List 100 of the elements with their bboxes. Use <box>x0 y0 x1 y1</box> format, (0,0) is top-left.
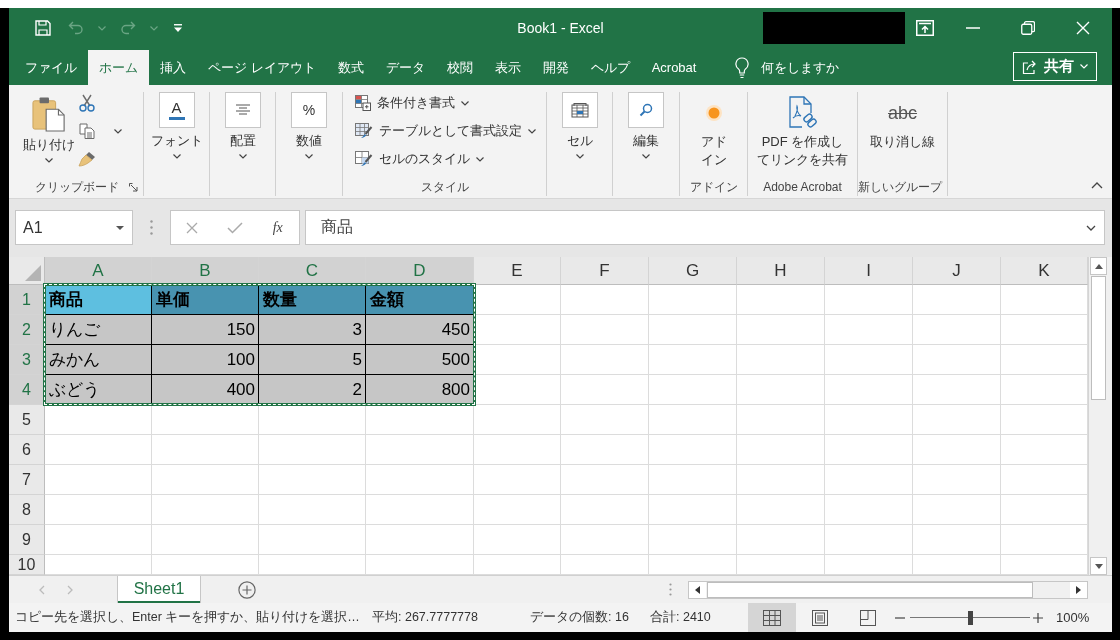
count-stat: データの個数: 16 <box>530 609 630 626</box>
scissors-icon[interactable] <box>79 94 95 112</box>
column-header[interactable]: J <box>913 257 1001 285</box>
table-cell: 150 <box>152 315 259 345</box>
ribbon-tab[interactable]: データ <box>374 50 436 85</box>
row-header[interactable]: 10 <box>9 555 45 575</box>
window-title: Book1 - Excel <box>517 20 604 36</box>
table-cell: みかん <box>45 345 152 375</box>
plus-circle-icon[interactable] <box>238 580 256 599</box>
check-icon[interactable] <box>227 221 243 234</box>
column-header[interactable]: I <box>825 257 913 285</box>
page-icon <box>812 609 828 626</box>
column-header[interactable]: C <box>259 257 366 285</box>
zoom-level[interactable]: 100% <box>1056 610 1090 625</box>
row-header[interactable]: 3 <box>9 345 45 375</box>
table-cell: 5 <box>259 345 366 375</box>
zoom-slider-thumb[interactable] <box>967 610 973 625</box>
create-pdf-button[interactable]: PDF を作成し てリンクを共有 <box>757 92 848 169</box>
group-label: アドイン <box>689 179 738 195</box>
zoom-in-icon[interactable] <box>1033 612 1043 623</box>
editing-button[interactable]: 編集 <box>628 92 664 159</box>
copy-icon[interactable] <box>79 123 95 139</box>
scroll-right-icon[interactable] <box>1076 585 1081 594</box>
alignment-button[interactable]: 配置 <box>224 92 261 159</box>
column-header[interactable]: K <box>1001 257 1088 285</box>
dropdown-button[interactable]: セルのスタイル <box>355 145 536 173</box>
table-cell: 500 <box>366 345 474 375</box>
addins-button[interactable]: アド イン <box>700 92 727 169</box>
ribbon-display-icon[interactable] <box>916 20 934 36</box>
name-box[interactable]: A1 <box>15 210 133 245</box>
group-label: Adobe Acrobat <box>763 179 842 195</box>
ribbon-tab[interactable]: ホーム <box>88 50 149 85</box>
paste-button[interactable]: 貼り付け <box>21 92 76 163</box>
caret-icon <box>44 158 53 163</box>
row-header[interactable]: 7 <box>9 465 45 495</box>
collapse-ribbon-icon[interactable] <box>1091 182 1103 189</box>
tell-me-label[interactable]: 何をしますか <box>761 58 840 77</box>
caret-icon <box>528 128 536 134</box>
vertical-dots-icon[interactable] <box>668 583 672 596</box>
column-header[interactable]: D <box>366 257 474 285</box>
status-message: コピー先を選択し、Enter キーを押すか、貼り付けを選択… <box>15 609 361 626</box>
close-icon[interactable] <box>1075 21 1090 35</box>
column-header[interactable]: G <box>649 257 737 285</box>
restore-icon[interactable] <box>1020 21 1035 35</box>
row-header[interactable]: 2 <box>9 315 45 345</box>
minimize-icon[interactable] <box>965 27 980 29</box>
ribbon-tab[interactable]: ページ レイアウト <box>197 50 327 85</box>
launcher-icon[interactable] <box>129 182 138 192</box>
align-center-icon <box>224 92 261 128</box>
ribbon-tab[interactable]: 挿入 <box>149 50 197 85</box>
formula-field[interactable]: 商品 <box>305 210 1105 245</box>
view-button[interactable] <box>748 603 796 632</box>
row-header[interactable]: 1 <box>9 285 45 315</box>
cells-button[interactable]: セル <box>561 92 598 159</box>
caret-icon <box>238 154 247 159</box>
ribbon-tab[interactable]: 表示 <box>483 50 532 85</box>
column-header[interactable]: F <box>561 257 649 285</box>
ribbon-tab[interactable]: Acrobat <box>640 50 708 85</box>
font-button[interactable]: A フォント <box>150 92 203 159</box>
scroll-down-icon[interactable] <box>1094 563 1103 569</box>
number-format-button[interactable]: % 数値 <box>291 92 327 159</box>
save-icon[interactable] <box>35 20 51 36</box>
sheet-tab[interactable]: Sheet1 <box>118 576 200 603</box>
dropdown-button[interactable]: 条件付き書式 <box>355 89 536 117</box>
sum-stat: 合計: 2410 <box>650 609 712 626</box>
insert-function-button[interactable]: fx <box>272 219 283 236</box>
column-header[interactable]: A <box>45 257 152 285</box>
row-header[interactable]: 4 <box>9 375 45 405</box>
caret-icon <box>172 154 181 159</box>
share-button[interactable]: 共有 <box>1013 52 1097 81</box>
caret-icon[interactable] <box>114 128 122 134</box>
strikethrough-icon: abc <box>888 102 917 123</box>
menu-caret-icon[interactable] <box>174 24 182 32</box>
column-header[interactable]: E <box>474 257 561 285</box>
clipboard-icon <box>31 96 66 132</box>
paintbrush-icon[interactable] <box>78 151 96 167</box>
scroll-up-icon[interactable] <box>1094 263 1103 269</box>
expand-icon[interactable] <box>1086 224 1096 231</box>
scrollbar-thumb[interactable] <box>707 581 1033 598</box>
group-label: クリップボード <box>34 179 119 195</box>
row-header[interactable]: 8 <box>9 495 45 525</box>
ribbon-tab[interactable]: 数式 <box>326 50 375 85</box>
strikethrough-button[interactable]: abc 取り消し線 <box>870 92 935 151</box>
column-header[interactable]: H <box>737 257 825 285</box>
lightbulb-icon[interactable] <box>735 56 750 79</box>
scrollbar-thumb[interactable] <box>1091 276 1106 400</box>
ribbon-tab[interactable]: 校閲 <box>435 50 484 85</box>
row-header[interactable]: 9 <box>9 525 45 555</box>
grip-icon[interactable] <box>150 220 153 235</box>
table-cell: ぶどう <box>45 375 152 405</box>
ribbon-tab[interactable]: ヘルプ <box>579 50 641 85</box>
zoom-out-icon[interactable] <box>895 616 905 619</box>
ribbon-tab[interactable]: ファイル <box>14 50 88 85</box>
row-header[interactable]: 5 <box>9 405 45 435</box>
column-header[interactable]: B <box>152 257 259 285</box>
dropdown-button[interactable]: テーブルとして書式設定 <box>355 117 536 145</box>
row-header[interactable]: 6 <box>9 435 45 465</box>
group-label: スタイル <box>420 179 469 195</box>
scroll-left-icon[interactable] <box>695 585 700 594</box>
ribbon-tab[interactable]: 開発 <box>531 50 580 85</box>
